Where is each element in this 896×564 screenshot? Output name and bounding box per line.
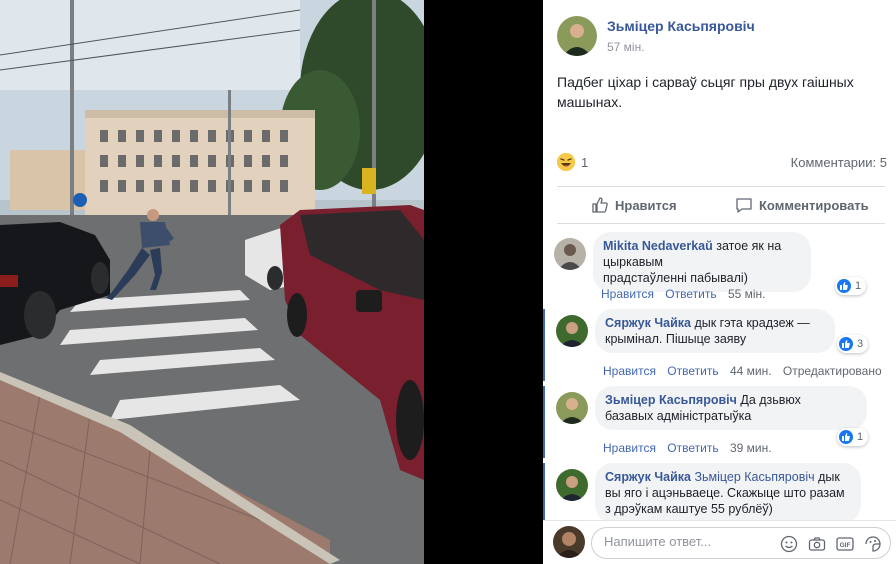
comment-reply-link[interactable]: Ответить bbox=[665, 287, 716, 301]
author-name[interactable]: Зьміцер Касьпяровіч bbox=[607, 18, 755, 34]
comments-count[interactable]: Комментарии: 5 bbox=[791, 155, 887, 170]
comment-button-label: Комментировать bbox=[759, 197, 869, 213]
reactions-summary: 1 Комментарии: 5 bbox=[557, 152, 887, 174]
post-timestamp[interactable]: 57 мін. bbox=[607, 40, 645, 54]
comment-like-badge[interactable]: 3 bbox=[837, 335, 869, 353]
haha-reaction-icon[interactable] bbox=[557, 153, 575, 171]
comment-item: Сяржук Чайка Зьміцер Касьпяровіч дык вы … bbox=[543, 463, 896, 520]
emoji-icon[interactable] bbox=[780, 535, 798, 553]
commenter-name[interactable]: Сяржук Чайка bbox=[605, 470, 691, 484]
comment-time[interactable]: 44 мин. bbox=[730, 364, 772, 378]
comment-bubble: Сяржук Чайка Зьміцер Касьпяровіч дык вы … bbox=[595, 463, 861, 520]
camera-icon[interactable] bbox=[808, 535, 826, 553]
thumbs-up-icon bbox=[592, 197, 608, 213]
comment-bubble: Сяржук Чайка дык гэта крадзеж — крымінал… bbox=[595, 309, 835, 353]
comment-icon bbox=[736, 198, 752, 213]
comment-item: Зьміцер Касьпяровіч Да дзьвюх базавых ад… bbox=[543, 386, 896, 458]
post-header: Зьміцер Касьпяровіч 57 мін. bbox=[557, 16, 887, 56]
comment-time[interactable]: 55 мін. bbox=[728, 287, 766, 301]
street-scene-image bbox=[0, 0, 424, 564]
post-photo[interactable] bbox=[0, 0, 424, 564]
post-actions-bar: Нравится Комментировать bbox=[557, 186, 885, 224]
comment-text: дык bbox=[814, 470, 840, 484]
comment-bubble: Mikita Nedaverkaŭ затое як на цыркавым п… bbox=[593, 232, 811, 292]
comment-text: Да дзьвюх bbox=[736, 393, 801, 407]
comment-like-badge[interactable]: 1 bbox=[837, 428, 869, 446]
comment-item: Сяржук Чайка дык гэта крадзеж — крымінал… bbox=[543, 309, 896, 381]
like-button[interactable]: Нравится bbox=[591, 187, 677, 223]
commenter-avatar[interactable] bbox=[556, 469, 588, 501]
comment-text-line2: прадстаўленні пабывалі) bbox=[603, 271, 748, 285]
photo-viewer: Зьміцер Касьпяровіч 57 мін. Падбег ціхар… bbox=[0, 0, 896, 564]
viewer-gap bbox=[424, 0, 543, 564]
comment-like-link[interactable]: Нравится bbox=[601, 287, 654, 301]
current-user-avatar[interactable] bbox=[553, 526, 585, 558]
comment-text-line2: базавых адміністратыўка bbox=[605, 409, 752, 423]
comment-meta: Нравится Ответить 44 мин. Отредактирован… bbox=[603, 364, 890, 378]
comment-meta: Нравится Ответить 39 мин. bbox=[603, 441, 780, 455]
sticker-icon[interactable] bbox=[864, 535, 882, 553]
comment-like-badge[interactable]: 1 bbox=[835, 277, 867, 295]
comment-like-link[interactable]: Нравится bbox=[603, 441, 656, 455]
thumbs-up-icon bbox=[839, 337, 853, 351]
post-text: Падбег ціхар і сарваў сьцяг пры двух гаі… bbox=[557, 74, 854, 110]
comment-button[interactable]: Комментировать bbox=[735, 187, 869, 223]
reply-input[interactable] bbox=[604, 534, 764, 549]
comment-mention[interactable]: Зьміцер Касьпяровіч bbox=[691, 470, 814, 484]
commenter-avatar[interactable] bbox=[556, 392, 588, 424]
author-avatar[interactable] bbox=[557, 16, 597, 56]
post-side-panel: Зьміцер Касьпяровіч 57 мін. Падбег ціхар… bbox=[543, 0, 896, 564]
comment-item: Mikita Nedaverkaŭ затое як на цыркавым п… bbox=[543, 232, 896, 304]
comment-reply-link[interactable]: Ответить bbox=[667, 364, 718, 378]
comment-time[interactable]: 39 мин. bbox=[730, 441, 772, 455]
commenter-name[interactable]: Зьміцер Касьпяровіч bbox=[605, 393, 737, 407]
comment-edited-label[interactable]: Отредактировано bbox=[783, 364, 882, 378]
comment-text-line2: вы яго і ацэньваеце. Скажыце што разам bbox=[605, 486, 845, 500]
comment-text-line3: з дрэўкам каштуе 55 рублёў) bbox=[605, 502, 773, 516]
commenter-name[interactable]: Mikita Nedaverkaŭ bbox=[603, 239, 713, 253]
reply-composer: GIF bbox=[543, 520, 896, 564]
svg-text:GIF: GIF bbox=[840, 542, 851, 549]
comments-list[interactable]: Mikita Nedaverkaŭ затое як на цыркавым п… bbox=[543, 228, 896, 520]
comment-text: дык гэта крадзеж — bbox=[690, 316, 810, 330]
comment-like-link[interactable]: Нравится bbox=[603, 364, 656, 378]
commenter-avatar[interactable] bbox=[556, 315, 588, 347]
commenter-name[interactable]: Сяржук Чайка bbox=[605, 316, 691, 330]
comment-like-count: 1 bbox=[855, 280, 862, 292]
thumbs-up-icon bbox=[837, 279, 851, 293]
comment-like-count: 1 bbox=[857, 431, 864, 443]
comment-bubble: Зьміцер Касьпяровіч Да дзьвюх базавых ад… bbox=[595, 386, 867, 430]
comment-like-count: 3 bbox=[857, 338, 864, 350]
thumbs-up-icon bbox=[839, 430, 853, 444]
comment-text-line2: крымінал. Пішыце заяву bbox=[605, 332, 747, 346]
reply-input-box[interactable]: GIF bbox=[591, 527, 891, 559]
comment-meta: Нравится Ответить 55 мін. bbox=[601, 287, 774, 301]
comment-reply-link[interactable]: Ответить bbox=[667, 441, 718, 455]
gif-icon[interactable]: GIF bbox=[836, 535, 854, 553]
commenter-avatar[interactable] bbox=[554, 238, 586, 270]
reaction-count[interactable]: 1 bbox=[581, 155, 588, 170]
like-button-label: Нравится bbox=[615, 197, 677, 213]
